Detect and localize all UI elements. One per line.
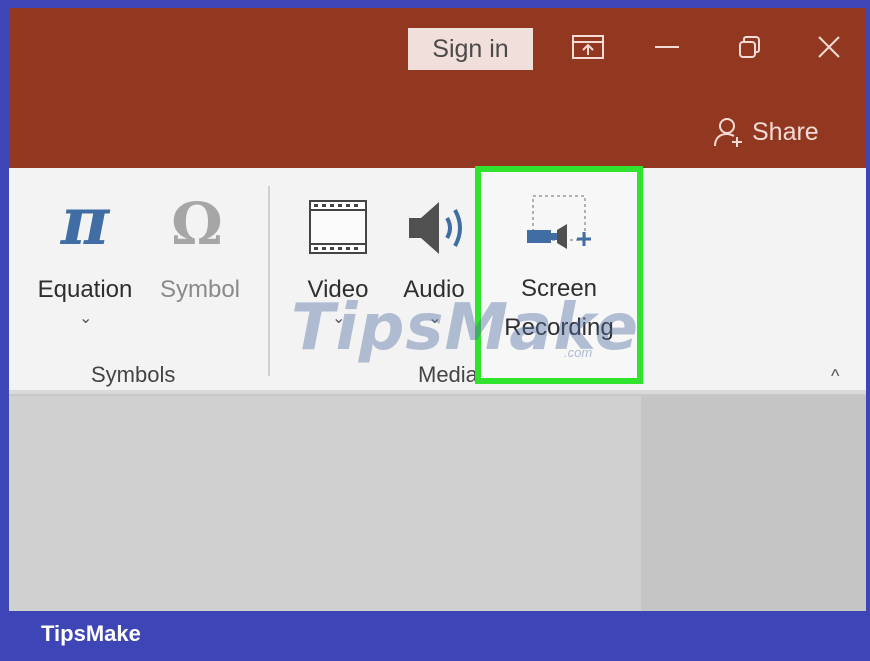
footer-bar: TipsMake <box>0 611 870 661</box>
equation-label: Equation <box>37 276 133 303</box>
slide-canvas[interactable] <box>9 396 641 611</box>
svg-text:Ω: Ω <box>171 190 223 258</box>
minimize-button[interactable] <box>637 22 697 72</box>
speaker-icon <box>409 202 462 254</box>
person-add-icon <box>714 118 742 147</box>
pi-icon: π <box>59 186 111 258</box>
brand-logo-text: TipsMake <box>41 621 141 646</box>
close-icon <box>818 36 840 58</box>
title-bar: Sign in Share <box>9 8 866 168</box>
sign-in-button[interactable]: Sign in <box>408 28 533 70</box>
symbols-group-label: Symbols <box>91 362 176 387</box>
equation-button[interactable]: π Equation ⌄ <box>25 178 145 338</box>
media-group-label: Media <box>418 362 478 387</box>
film-icon <box>309 200 367 254</box>
close-button[interactable] <box>799 22 859 72</box>
collapse-ribbon-button[interactable]: ^ <box>831 366 839 387</box>
omega-icon: Ω <box>171 190 223 258</box>
screen-recording-icon <box>527 195 591 249</box>
screenshot-frame: Sign in Share π Equation ⌄ Ω Symbol Symb… <box>0 0 870 661</box>
symbol-button[interactable]: Ω Symbol <box>145 178 255 338</box>
equation-dropdown-caret[interactable]: ⌄ <box>79 308 92 328</box>
share-label: Share <box>752 117 819 146</box>
powerpoint-window: Sign in Share π Equation ⌄ Ω Symbol Symb… <box>9 8 866 611</box>
side-pane <box>641 396 866 611</box>
svg-text:π: π <box>59 186 111 258</box>
watermark-suffix: .com <box>564 345 593 360</box>
ribbon-display-options-button[interactable] <box>558 22 618 72</box>
symbol-label: Symbol <box>159 276 241 303</box>
restore-button[interactable] <box>719 22 779 72</box>
ribbon-border <box>9 390 866 394</box>
restore-icon <box>739 36 760 58</box>
ribbon-display-options-icon <box>572 35 604 59</box>
share-button[interactable]: Share <box>712 114 819 150</box>
group-separator <box>268 186 270 376</box>
minimize-icon <box>655 46 679 48</box>
